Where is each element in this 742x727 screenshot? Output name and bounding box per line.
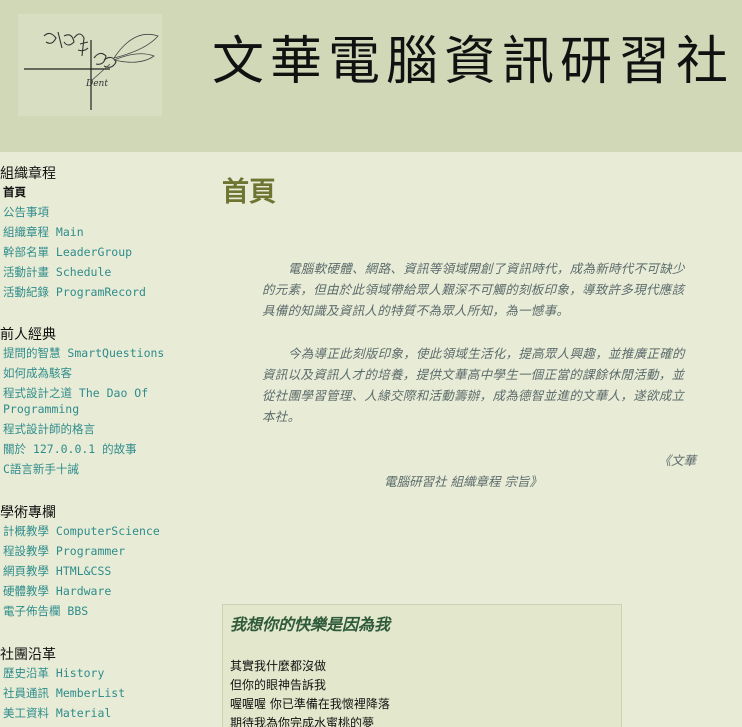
sidebar-nav-link[interactable]: 活動紀錄 ProgramRecord — [0, 284, 205, 300]
nav-group-heading: 社團沿革 — [0, 647, 56, 663]
sidebar-nav-link[interactable]: 程式設計師的格言 — [0, 421, 205, 437]
nav-group-heading: 組織章程 — [0, 166, 56, 182]
quote-source: 《文華 電腦研習社 組織章程 宗旨》 — [222, 450, 696, 489]
sidebar-nav: 組織章程首頁公告事項組織章程 Main 幹部名單 LeaderGroup 活動計畫 … — [0, 152, 210, 727]
nav-group-heading: 學術專欄 — [0, 505, 56, 521]
sidebar-nav-link[interactable]: 公告事項 — [0, 204, 205, 220]
sidebar-nav-link[interactable]: 提問的智慧 SmartQuestions — [0, 345, 205, 361]
quote-source-line: 電腦研習社 組織章程 宗旨》 — [384, 474, 542, 489]
sidebar-nav-link[interactable]: 幹部名單 LeaderGroup — [0, 244, 205, 260]
page-title: 首頁 — [222, 177, 276, 208]
lyric-line: 其實我什麼都沒做 — [230, 659, 327, 673]
sidebar-nav-link[interactable]: 電子佈告欄 BBS — [0, 603, 205, 619]
sidebar-nav-link[interactable]: 關於 127.0.0.1 的故事 — [0, 441, 205, 457]
nav-group: 社團沿革歷史沿革 History 社員通訊 MemberList 美工資料 Mate… — [0, 645, 205, 725]
sidebar-nav-link[interactable]: 社員通訊 MemberList — [0, 685, 205, 701]
lyrics-lines: 其實我什麼都沒做 但你的眼神告訴我喔喔喔 你已準備在我懷裡降落 期待我為你完成水蜜桃… — [230, 657, 614, 727]
nav-group: 學術專欄計概教學 ComputerScience 程設教學 Programmer 網… — [0, 503, 205, 623]
sidebar-nav-link[interactable]: 歷史沿革 History — [0, 665, 205, 681]
sidebar-nav-link[interactable]: 計概教學 ComputerScience — [0, 523, 205, 539]
intro-paragraph: 電腦軟硬體、網路、資訊等領域開創了資訊時代，成為新時代不可缺少的元素，但由於此領… — [262, 261, 685, 318]
lyrics-title: 我想你的快樂是因為我 — [230, 615, 391, 634]
site-banner: Dent 文華電腦資訊研習社 — [0, 0, 742, 152]
nav-list: 提問的智慧 SmartQuestions 如何成為駭客程式設計之道 The Dao… — [0, 345, 205, 477]
nav-group: 前人經典提問的智慧 SmartQuestions 如何成為駭客程式設計之道 The… — [0, 325, 205, 481]
nav-group: 組織章程首頁公告事項組織章程 Main 幹部名單 LeaderGroup 活動計畫 … — [0, 164, 205, 304]
nav-list: 首頁公告事項組織章程 Main 幹部名單 LeaderGroup 活動計畫 Sche… — [0, 184, 205, 300]
sidebar-nav-link[interactable]: C語言新手十誡 — [0, 461, 205, 477]
sidebar-nav-link[interactable]: 組織章程 Main — [0, 224, 205, 240]
nav-group-heading: 前人經典 — [0, 327, 56, 343]
lyric-line: 期待我為你完成水蜜桃的夢 — [230, 716, 375, 727]
nav-list: 歷史沿革 History 社員通訊 MemberList 美工資料 Material — [0, 665, 205, 721]
main-content: 首頁 電腦軟硬體、網路、資訊等領域開創了資訊時代，成為新時代不可缺少的元素，但由… — [222, 152, 702, 727]
club-logo[interactable]: Dent — [18, 14, 162, 116]
sidebar-nav-link[interactable]: 首頁 — [0, 184, 205, 200]
quote-source-line: 《文華 — [658, 453, 696, 468]
sidebar-nav-link[interactable]: 網頁教學 HTML&CSS — [0, 563, 205, 579]
lyric-line: 喔喔喔 你已準備在我懷裡降落 — [230, 697, 390, 711]
sidebar-nav-link[interactable]: 美工資料 Material — [0, 705, 205, 721]
sidebar-nav-link[interactable]: 硬體教學 Hardware — [0, 583, 205, 599]
sidebar-nav-link[interactable]: 程設教學 Programmer — [0, 543, 205, 559]
intro-paragraph: 今為導正此刻版印象，使此領域生活化，提高眾人興趣，並推廣正確的資訊以及資訊人才的… — [262, 346, 685, 424]
site-title: 文華電腦資訊研習社 — [212, 32, 735, 92]
svg-text:Dent: Dent — [85, 79, 108, 89]
sidebar-nav-link[interactable]: 程式設計之道 The Dao Of Programming — [0, 385, 205, 417]
sidebar-nav-link[interactable]: 活動計畫 Schedule — [0, 264, 205, 280]
dragonfly-logo-icon: Dent — [24, 31, 159, 110]
lyrics-box: 我想你的快樂是因為我 其實我什麼都沒做 但你的眼神告訴我喔喔喔 你已準備在我懷裡降… — [222, 604, 622, 727]
sidebar-nav-link[interactable]: 如何成為駭客 — [0, 365, 205, 381]
nav-list: 計概教學 ComputerScience 程設教學 Programmer 網頁教學 … — [0, 523, 205, 619]
lyric-line: 但你的眼神告訴我 — [230, 678, 327, 692]
